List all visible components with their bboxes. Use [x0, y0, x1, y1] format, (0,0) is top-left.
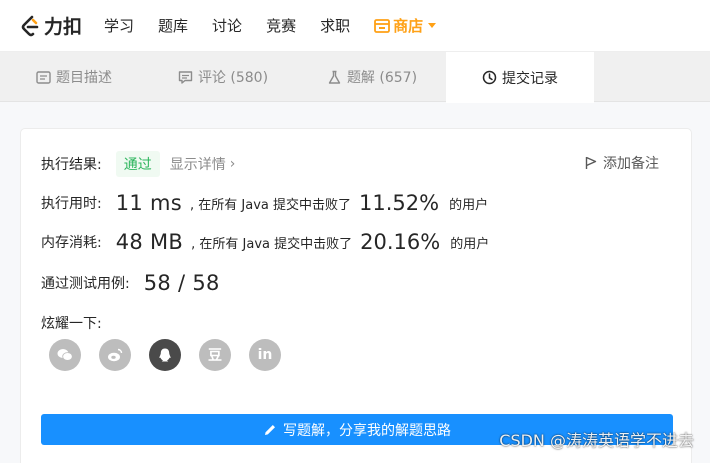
- douban-icon[interactable]: 豆: [199, 339, 231, 371]
- write-solution-label: 写题解，分享我的解题思路: [283, 422, 451, 439]
- add-note-button[interactable]: 添加备注: [585, 153, 659, 173]
- flask-icon: [328, 70, 341, 84]
- submission-result-card: 执行结果: 通过 显示详情 › 添加备注 执行用时: 11 ms , 在所有 J…: [20, 128, 692, 463]
- tests-value: 58 / 58: [143, 271, 220, 295]
- chevron-right-icon: ›: [229, 156, 236, 172]
- nav-learn[interactable]: 学习: [104, 15, 134, 36]
- memory-suffix: 的用户: [450, 236, 490, 252]
- leetcode-logo[interactable]: 力扣: [20, 12, 82, 39]
- memory-label: 内存消耗:: [41, 235, 102, 251]
- tab-solutions-label: 题解 (657): [346, 70, 418, 86]
- runtime-row: 执行用时: 11 ms , 在所有 Java 提交中击败了 11.52% 的用户: [41, 191, 488, 215]
- status-row: 执行结果: 通过 显示详情 ›: [41, 151, 235, 177]
- tests-row: 通过测试用例: 58 / 58: [41, 271, 220, 295]
- status-label: 执行结果:: [41, 157, 102, 173]
- pencil-icon: [265, 424, 275, 435]
- runtime-label: 执行用时:: [41, 196, 102, 212]
- tab-comments-label: 评论 (580): [197, 70, 269, 86]
- memory-row: 内存消耗: 48 MB , 在所有 Java 提交中击败了 20.16% 的用户: [41, 230, 489, 254]
- chevron-down-icon: [428, 23, 437, 28]
- runtime-suffix: 的用户: [449, 197, 489, 213]
- nav-contest[interactable]: 竞赛: [266, 15, 296, 36]
- memory-value: 48 MB: [115, 230, 184, 254]
- memory-percent: 20.16%: [360, 230, 441, 254]
- nav-store-label: 商店: [393, 17, 424, 35]
- weibo-icon[interactable]: [99, 339, 131, 371]
- douban-glyph: 豆: [208, 348, 222, 364]
- tab-submissions-label: 提交记录: [502, 70, 558, 87]
- nav-discuss[interactable]: 讨论: [212, 15, 242, 36]
- nav-jobs[interactable]: 求职: [320, 15, 350, 36]
- nav-store[interactable]: 商店: [374, 15, 437, 36]
- tab-solutions[interactable]: 题解 (657): [298, 52, 446, 102]
- clock-icon: [482, 70, 497, 85]
- tab-comments[interactable]: 评论 (580): [148, 52, 298, 102]
- share-row: 炫耀一下:: [41, 313, 102, 333]
- runtime-percent: 11.52%: [359, 191, 440, 215]
- wechat-icon[interactable]: [49, 339, 81, 371]
- nav-problems[interactable]: 题库: [158, 15, 188, 36]
- add-note-label: 添加备注: [603, 156, 659, 172]
- memory-text: , 在所有 Java 提交中击败了: [191, 236, 353, 252]
- comment-icon: [178, 70, 193, 84]
- flag-icon: [585, 156, 597, 169]
- problem-tabs: 题目描述 评论 (580) 题解 (657) 提交记录: [0, 52, 710, 103]
- linkedin-icon[interactable]: in: [249, 339, 281, 371]
- store-icon: [374, 19, 390, 33]
- status-badge: 通过: [115, 151, 160, 177]
- top-nav: 力扣 学习 题库 讨论 竞赛 求职 商店: [0, 0, 710, 52]
- linkedin-glyph: in: [257, 347, 273, 363]
- show-details-label: 显示详情: [169, 157, 226, 173]
- runtime-value: 11 ms: [115, 191, 183, 215]
- share-icons: 豆 in: [49, 339, 299, 371]
- tab-submissions[interactable]: 提交记录: [446, 52, 594, 103]
- watermark: CSDN @涛涛英语学不进去: [499, 431, 694, 450]
- share-label: 炫耀一下:: [41, 316, 102, 332]
- qq-icon[interactable]: [149, 339, 181, 371]
- tab-description[interactable]: 题目描述: [0, 52, 148, 102]
- leetcode-logo-icon: [21, 15, 39, 36]
- show-details-link[interactable]: 显示详情 ›: [170, 154, 236, 174]
- brand-name: 力扣: [44, 16, 83, 38]
- tests-label: 通过测试用例:: [41, 276, 130, 292]
- runtime-text: , 在所有 Java 提交中击败了: [190, 197, 352, 213]
- tab-description-label: 题目描述: [56, 70, 112, 86]
- description-icon: [36, 70, 51, 84]
